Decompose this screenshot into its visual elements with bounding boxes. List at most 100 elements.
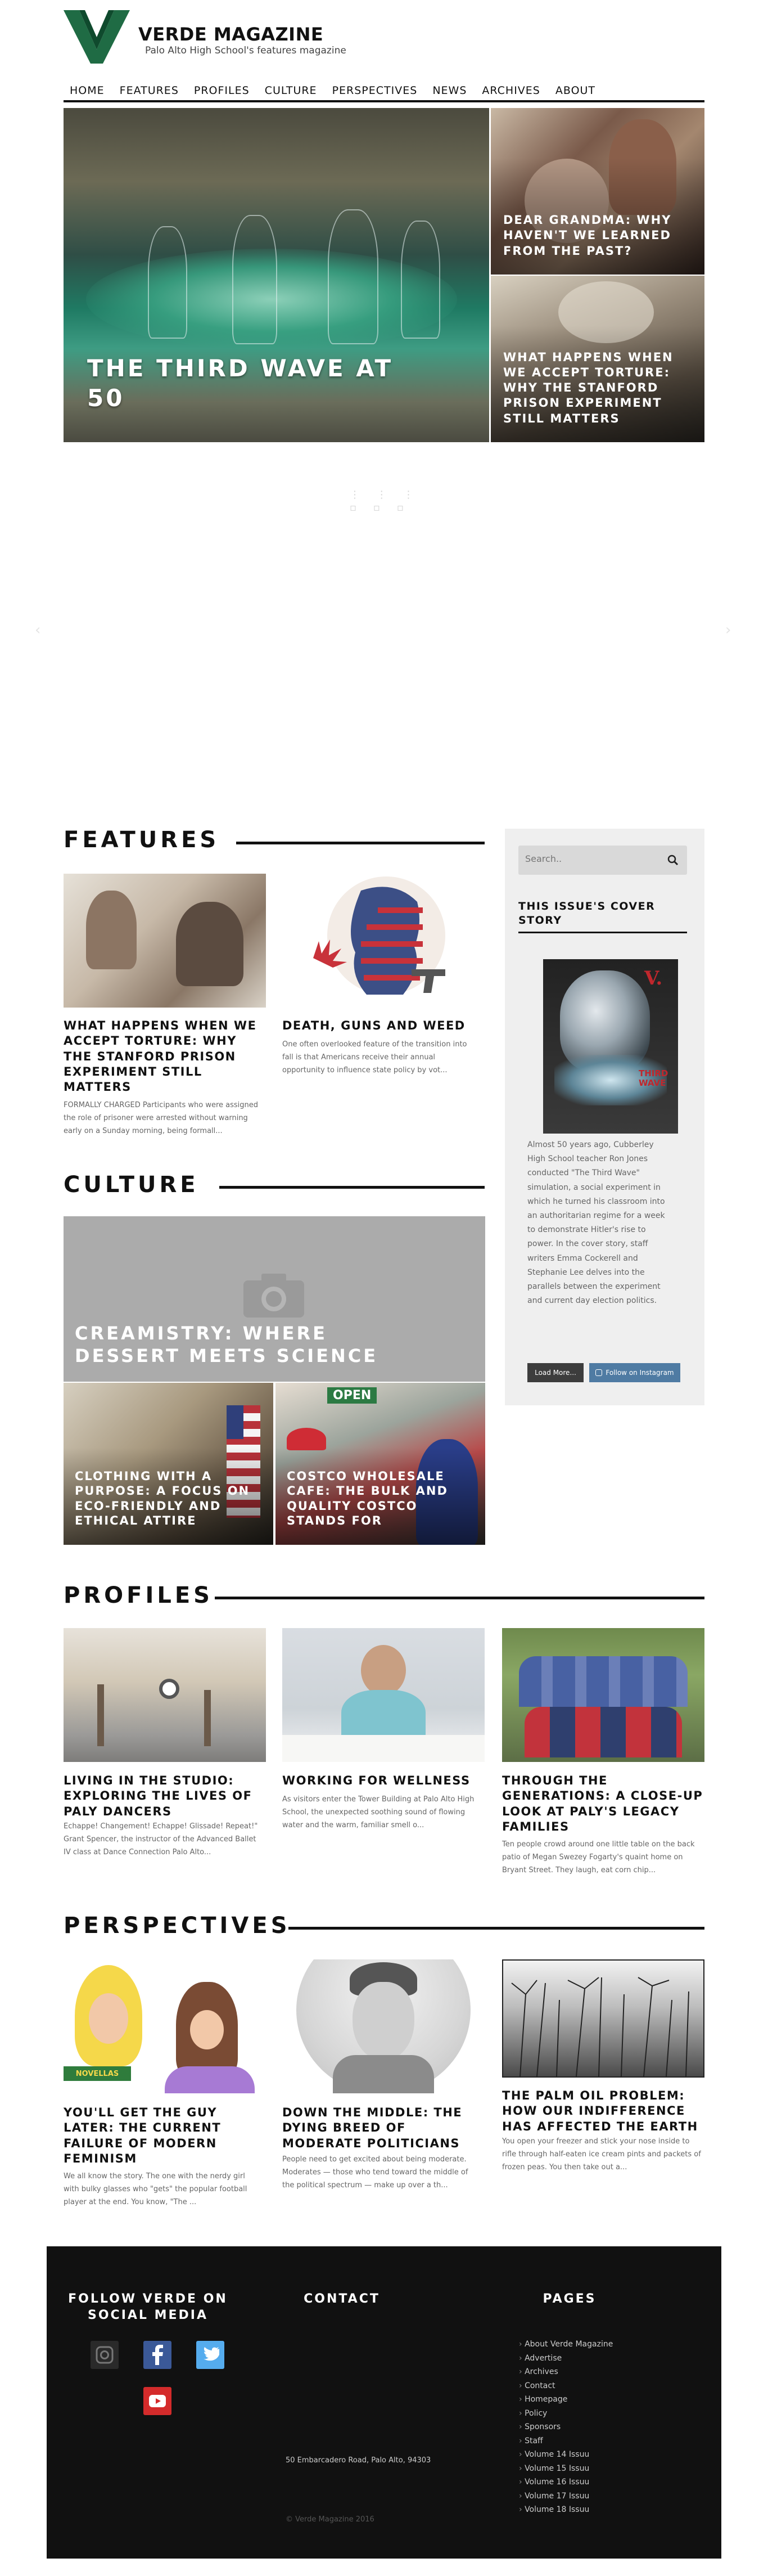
section-heading-culture: CULTURE	[64, 1172, 199, 1198]
footer-link-volume-14[interactable]: Volume 14 Issuu	[519, 2448, 613, 2462]
hero-figure-outline	[328, 209, 378, 344]
site-footer: FOLLOW VERDE ON SOCIAL MEDIA CONTACT PAG…	[47, 2246, 721, 2559]
footer-link-volume-15[interactable]: Volume 15 Issuu	[519, 2462, 613, 2476]
nav-perspectives[interactable]: PERSPECTIVES	[326, 80, 427, 100]
cover-title: THIRD WAVE	[639, 1068, 668, 1088]
nav-features[interactable]: FEATURES	[114, 80, 188, 100]
perspectives-card-excerpt-3: You open your freezer and stick your nos…	[502, 2137, 701, 2172]
features-card-title-2[interactable]: DEATH, GUNS AND WEED	[282, 1018, 479, 1033]
hero-figure-outline	[148, 226, 187, 339]
load-more-button[interactable]: Load More...	[527, 1363, 584, 1382]
perspectives-card-title-3[interactable]: THE PALM OIL PROBLEM: HOW OUR INDIFFEREN…	[502, 2088, 704, 2134]
instagram-icon	[595, 1369, 603, 1376]
nav-profiles[interactable]: PROFILES	[188, 80, 259, 100]
hero-figure-outline	[232, 215, 277, 344]
profiles-card-excerpt-2: As visitors enter the Tower Building at …	[282, 1795, 475, 1829]
profiles-card-title-3[interactable]: THROUGH THE GENERATIONS: A CLOSE-UP LOOK…	[502, 1773, 704, 1835]
camera-icon	[243, 1274, 304, 1318]
perspectives-card-title-1[interactable]: YOU'LL GET THE GUY LATER: THE CURRENT FA…	[64, 2105, 260, 2166]
hero-side-story-1[interactable]: DEAR GRANDMA: WHY HAVEN'T WE LEARNED FRO…	[491, 108, 704, 275]
search-input[interactable]	[525, 853, 660, 864]
profiles-card-image-2[interactable]	[282, 1628, 485, 1762]
footer-contact-heading: CONTACT	[304, 2292, 380, 2306]
section-heading-profiles: PROFILES	[64, 1583, 213, 1608]
footer-link-sponsors[interactable]: Sponsors	[519, 2420, 613, 2434]
nav-home[interactable]: HOME	[64, 80, 114, 100]
footer-address: 50 Embarcadero Road, Palo Alto, 94303	[286, 2456, 431, 2465]
verde-logo[interactable]	[64, 10, 130, 64]
follow-instagram-button[interactable]: Follow on Instagram	[589, 1363, 680, 1382]
profiles-card-image-1[interactable]	[64, 1628, 266, 1762]
site-title[interactable]: VERDE MAGAZINE	[138, 24, 323, 45]
perspectives-card-title-2[interactable]: DOWN THE MIDDLE: THE DYING BREED OF MODE…	[282, 2105, 479, 2151]
features-card-image-2[interactable]	[282, 874, 485, 1008]
footer-pages-list: About Verde Magazine Advertise Archives …	[519, 2337, 613, 2517]
footer-link-about[interactable]: About Verde Magazine	[519, 2337, 613, 2352]
chevron-right-icon[interactable]: ›	[725, 622, 731, 639]
section-divider	[236, 842, 485, 844]
section-heading-features: FEATURES	[64, 827, 220, 853]
hero-main-story[interactable]: THE THIRD WAVE AT 50	[64, 108, 489, 442]
twitter-icon[interactable]	[196, 2341, 224, 2369]
culture-main-title[interactable]: CREAMISTRY: WHERE DESSERT MEETS SCIENCE	[75, 1322, 390, 1367]
features-card-title-1[interactable]: WHAT HAPPENS WHEN WE ACCEPT TORTURE: WHY…	[64, 1018, 260, 1095]
features-card-excerpt-2: One often overlooked feature of the tran…	[282, 1040, 467, 1075]
instagram-icon[interactable]	[91, 2341, 119, 2369]
perspectives-card-excerpt-2: People need to get excited about being m…	[282, 2155, 468, 2190]
nav-news[interactable]: NEWS	[426, 80, 476, 100]
cover-story-text: Almost 50 years ago, Cubberley High Scho…	[527, 1140, 665, 1306]
footer-link-staff[interactable]: Staff	[519, 2434, 613, 2448]
hero-side-title-2[interactable]: WHAT HAPPENS WHEN WE ACCEPT TORTURE: WHY…	[503, 350, 689, 426]
search-box	[518, 846, 687, 875]
section-divider	[219, 1186, 485, 1189]
hero-main-title[interactable]: THE THIRD WAVE AT 50	[87, 354, 413, 413]
profiles-card-title-2[interactable]: WORKING FOR WELLNESS	[282, 1773, 479, 1788]
footer-follow-heading: FOLLOW VERDE ON SOCIAL MEDIA	[68, 2292, 228, 2322]
site-tagline: Palo Alto High School's features magazin…	[145, 45, 346, 56]
features-card-excerpt-1: FORMALLY CHARGED Participants who were a…	[64, 1101, 259, 1135]
perspectives-card-excerpt-1: We all know the story. The one with the …	[64, 2172, 247, 2206]
footer-link-volume-16[interactable]: Volume 16 Issuu	[519, 2475, 613, 2489]
cover-image[interactable]: V. THIRD WAVE	[543, 959, 678, 1134]
sidebar: THIS ISSUE'S COVER STORY V. THIRD WAVE A…	[505, 829, 704, 1405]
culture-main-story[interactable]: CREAMISTRY: WHERE DESSERT MEETS SCIENCE	[64, 1216, 485, 1382]
section-heading-perspectives: PERSPECTIVES	[64, 1913, 291, 1939]
cover-story-heading: THIS ISSUE'S COVER STORY	[518, 900, 687, 934]
profiles-card-image-3[interactable]	[502, 1628, 704, 1762]
culture-story-1[interactable]: CLOTHING WITH A PURPOSE: A FOCUS ON ECO-…	[64, 1383, 273, 1545]
profiles-card-excerpt-1: Echappe! Changement! Echappe! Glissade! …	[64, 1822, 258, 1856]
footer-link-volume-17[interactable]: Volume 17 Issuu	[519, 2489, 613, 2503]
culture-story-title-1[interactable]: CLOTHING WITH A PURPOSE: A FOCUS ON ECO-…	[75, 1469, 260, 1528]
section-divider	[288, 1927, 704, 1930]
perspectives-card-image-3[interactable]	[502, 1959, 704, 2078]
loading-indicator: ⋮ ⋮ ⋮ ▫ ▫ ▫	[350, 489, 421, 514]
perspectives-card-image-2[interactable]	[282, 1959, 485, 2093]
nav-archives[interactable]: ARCHIVES	[476, 80, 549, 100]
book-label: NOVELLAS	[64, 2066, 131, 2081]
nav-about[interactable]: ABOUT	[549, 80, 604, 100]
hero-side-title-1[interactable]: DEAR GRANDMA: WHY HAVEN'T WE LEARNED FRO…	[503, 213, 689, 259]
youtube-icon[interactable]	[143, 2387, 171, 2415]
footer-link-contact[interactable]: Contact	[519, 2379, 613, 2393]
footer-copyright: © Verde Magazine 2016	[286, 2515, 374, 2524]
features-card-image-1[interactable]	[64, 874, 266, 1008]
hero-side-story-2[interactable]: WHAT HAPPENS WHEN WE ACCEPT TORTURE: WHY…	[491, 276, 704, 442]
culture-story-title-2[interactable]: COSTCO WHOLESALE CAFE: THE BULK AND QUAL…	[287, 1469, 472, 1528]
main-nav: HOME FEATURES PROFILES CULTURE PERSPECTI…	[64, 80, 704, 102]
perspectives-card-image-1[interactable]: NOVELLAS	[64, 1959, 266, 2093]
chevron-left-icon[interactable]: ‹	[35, 622, 40, 639]
culture-story-2[interactable]: OPEN COSTCO WHOLESALE CAFE: THE BULK AND…	[275, 1383, 485, 1545]
cover-logo: V.	[644, 967, 663, 990]
footer-link-homepage[interactable]: Homepage	[519, 2393, 613, 2407]
search-icon[interactable]	[666, 853, 680, 867]
footer-link-advertise[interactable]: Advertise	[519, 2352, 613, 2366]
footer-link-policy[interactable]: Policy	[519, 2407, 613, 2421]
profiles-card-title-1[interactable]: LIVING IN THE STUDIO: EXPLORING THE LIVE…	[64, 1773, 260, 1819]
footer-link-archives[interactable]: Archives	[519, 2365, 613, 2379]
facebook-icon[interactable]	[143, 2341, 171, 2369]
hero-figure-outline	[401, 221, 440, 339]
nav-culture[interactable]: CULTURE	[259, 80, 326, 100]
follow-instagram-label: Follow on Instagram	[606, 1369, 674, 1377]
footer-link-volume-18[interactable]: Volume 18 Issuu	[519, 2503, 613, 2517]
section-divider	[215, 1597, 704, 1599]
